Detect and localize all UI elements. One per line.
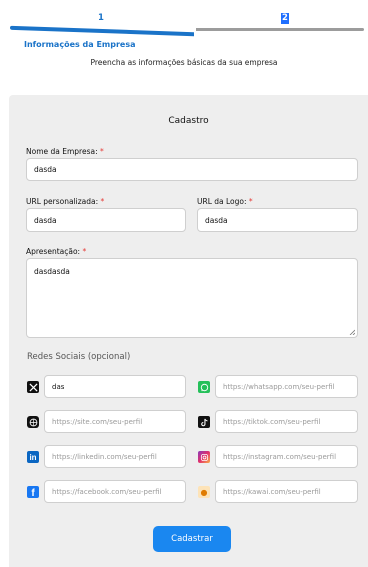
required-mark: * xyxy=(248,197,253,206)
step-subtitle: Preencha as informações básicas da sua e… xyxy=(90,58,278,67)
resize-handle-icon[interactable] xyxy=(349,329,355,335)
kawai-input[interactable]: https://kawai.com/seu-perfil xyxy=(215,480,358,503)
form-title: Cadastro xyxy=(168,116,209,126)
custom-url-input[interactable]: dasda xyxy=(26,208,186,232)
required-mark: * xyxy=(82,247,87,256)
step-2-progress-bar xyxy=(196,28,364,31)
custom-url-label: URL personalizada: * xyxy=(26,197,105,206)
required-mark: * xyxy=(100,147,104,156)
registration-card: Cadastro Nome da Empresa: * dasda URL pe… xyxy=(9,95,368,567)
linkedin-icon: in xyxy=(27,451,39,463)
presentation-label: Apresentação: * xyxy=(26,247,87,256)
whatsapp-input[interactable]: https://whatsapp.com/seu-perfil xyxy=(215,375,358,398)
presentation-textarea[interactable]: dasdasda xyxy=(26,258,358,338)
x-input[interactable]: das xyxy=(44,375,186,398)
facebook-input[interactable]: https://facebook.com/seu-perfil xyxy=(44,480,186,503)
tiktok-input[interactable]: https://tiktok.com/seu-perfil xyxy=(215,410,358,433)
step-2-number[interactable]: 2 xyxy=(281,13,289,24)
step-title: Informações da Empresa xyxy=(24,40,136,49)
tiktok-icon xyxy=(198,416,210,428)
whatsapp-icon xyxy=(198,381,210,393)
step-1-progress-bar xyxy=(10,25,194,37)
site-input[interactable]: https://site.com/seu-perfil xyxy=(44,410,186,433)
social-section-title: Redes Sociais (opcional) xyxy=(27,352,131,362)
globe-icon xyxy=(27,416,39,428)
instagram-input[interactable]: https://instagram.com/seu-perfil xyxy=(215,445,358,468)
step-1-number[interactable]: 1 xyxy=(98,13,104,23)
facebook-icon: f xyxy=(27,486,39,499)
required-mark: * xyxy=(100,197,105,206)
logo-url-input[interactable]: dasda xyxy=(197,208,358,232)
submit-button[interactable]: Cadastrar xyxy=(153,526,231,552)
x-icon xyxy=(27,381,39,393)
company-name-label: Nome da Empresa: * xyxy=(26,147,104,156)
linkedin-input[interactable]: https://linkedin.com/seu-perfil xyxy=(44,445,186,468)
kawai-icon: ● xyxy=(198,486,210,498)
logo-url-label: URL da Logo: * xyxy=(197,197,253,206)
instagram-icon xyxy=(198,451,210,463)
company-name-input[interactable]: dasda xyxy=(26,158,358,181)
stepper: 1 2 Informações da Empresa Preencha as i… xyxy=(0,0,368,67)
